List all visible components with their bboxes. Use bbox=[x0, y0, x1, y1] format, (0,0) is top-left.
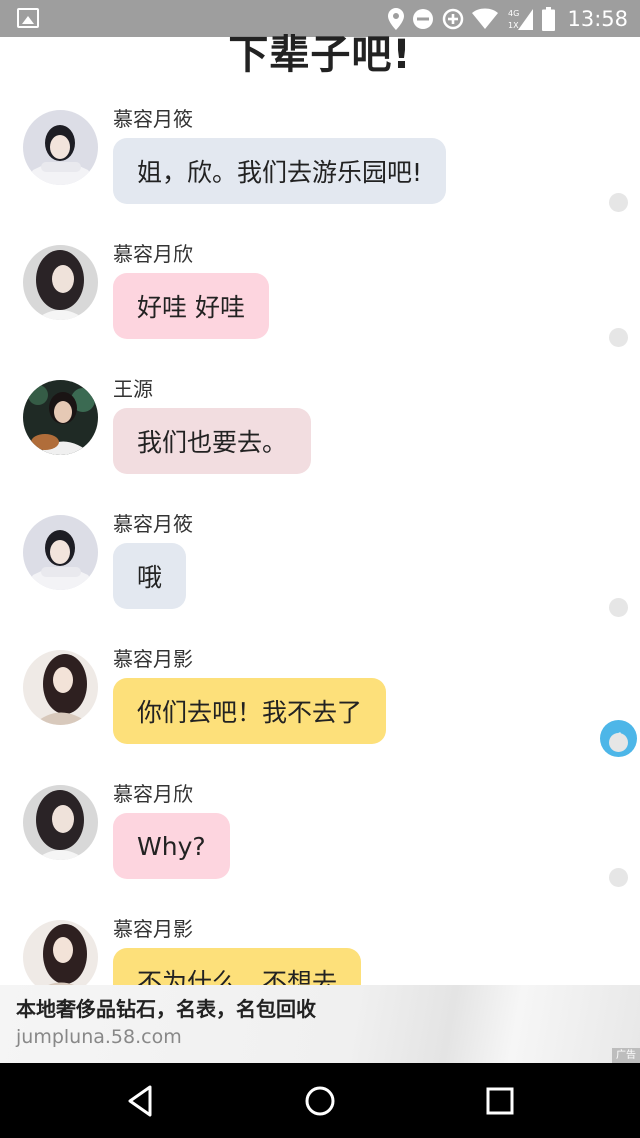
read-status-dot bbox=[609, 193, 628, 212]
ad-url[interactable]: jumpluna.58.com bbox=[16, 1026, 182, 1048]
message-bubble[interactable]: 我们也要去。 bbox=[113, 408, 312, 474]
message-item[interactable]: 慕容月影 你们去吧！我不去了 bbox=[0, 635, 640, 770]
message-bubble[interactable]: 好哇 好哇 bbox=[113, 273, 269, 339]
avatar[interactable] bbox=[23, 515, 98, 590]
home-icon[interactable] bbox=[302, 1083, 338, 1119]
message-item[interactable]: 慕容月影 不为什么，不想去 bbox=[0, 905, 640, 985]
message-bubble[interactable]: 哦 bbox=[113, 543, 187, 609]
avatar[interactable] bbox=[23, 920, 98, 985]
message-bubble[interactable]: 不为什么，不想去 bbox=[113, 948, 362, 985]
sender-name: 王源 bbox=[113, 377, 153, 401]
ad-tag: 广告 bbox=[612, 1048, 640, 1063]
message-bubble[interactable]: 你们去吧！我不去了 bbox=[113, 678, 387, 744]
message-item[interactable]: 慕容月筱 姐，欣。我们去游乐园吧! bbox=[0, 95, 640, 230]
read-status-dot bbox=[609, 733, 628, 752]
message-bubble[interactable]: 姐，欣。我们去游乐园吧! bbox=[113, 138, 447, 204]
avatar[interactable] bbox=[23, 245, 98, 320]
message-bubble[interactable]: Why? bbox=[113, 813, 230, 879]
sender-name: 慕容月筱 bbox=[113, 107, 193, 131]
message-item[interactable]: 慕容月欣 Why? bbox=[0, 770, 640, 905]
read-status-dot bbox=[609, 868, 628, 887]
avatar[interactable] bbox=[23, 380, 98, 455]
avatar[interactable] bbox=[23, 785, 98, 860]
navigation-bar bbox=[0, 1063, 640, 1138]
sender-name: 慕容月影 bbox=[113, 917, 193, 941]
chat-list[interactable]: 慕容月筱 姐，欣。我们去游乐园吧! 慕容月欣 好哇 好哇 王源 我们也要去。 4… bbox=[0, 95, 640, 985]
svg-text:4G: 4G bbox=[508, 9, 519, 18]
ad-banner[interactable]: 本地奢侈品钻石，名表，名包回收 jumpluna.58.com 广告 bbox=[0, 985, 640, 1063]
back-icon[interactable] bbox=[122, 1083, 158, 1119]
avatar[interactable] bbox=[23, 650, 98, 725]
sender-name: 慕容月欣 bbox=[113, 242, 193, 266]
message-item[interactable]: 慕容月筱 哦 bbox=[0, 500, 640, 635]
message-item[interactable]: 慕容月欣 好哇 好哇 bbox=[0, 230, 640, 365]
message-item[interactable]: 王源 我们也要去。 4 bbox=[0, 365, 640, 757]
sender-name: 慕容月筱 bbox=[113, 512, 193, 536]
read-status-dot bbox=[609, 598, 628, 617]
read-status-dot bbox=[609, 328, 628, 347]
avatar[interactable] bbox=[23, 110, 98, 185]
sender-name: 慕容月欣 bbox=[113, 782, 193, 806]
sender-name: 慕容月影 bbox=[113, 647, 193, 671]
recents-icon[interactable] bbox=[482, 1083, 518, 1119]
ad-title[interactable]: 本地奢侈品钻石，名表，名包回收 bbox=[16, 993, 316, 1022]
page-title: 下辈子吧! bbox=[228, 32, 412, 78]
